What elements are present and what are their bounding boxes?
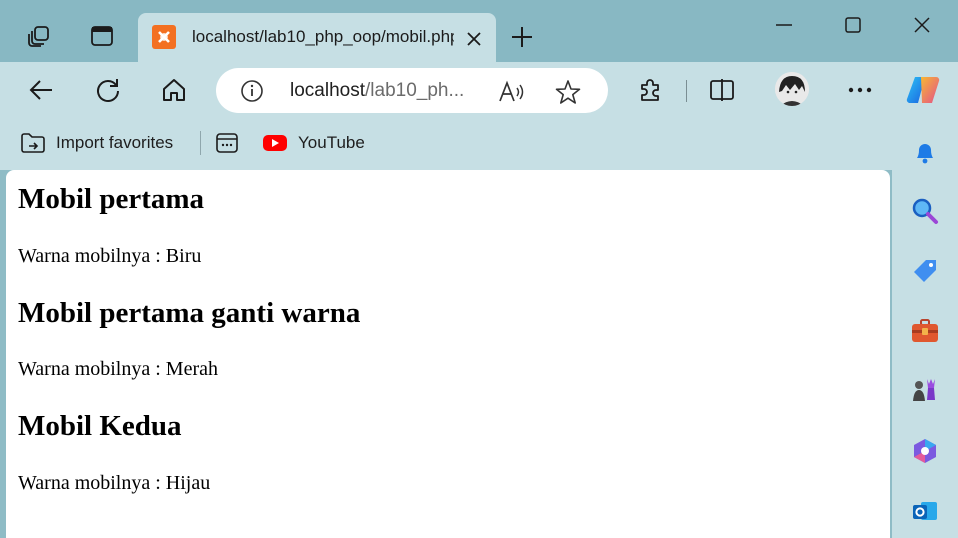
edge-sidebar <box>892 116 958 538</box>
shopping-tag-icon[interactable] <box>908 254 942 288</box>
copilot-button[interactable] <box>906 73 940 107</box>
more-dots-icon <box>848 87 872 93</box>
bookmark-apps[interactable] <box>214 130 250 156</box>
text-warna-mobil-pertama: Warna mobilnya : Biru <box>18 245 202 267</box>
home-button[interactable] <box>157 73 191 107</box>
favorite-star-icon[interactable] <box>554 78 582 106</box>
bookmark-youtube[interactable]: YouTube <box>262 130 365 156</box>
tools-briefcase-icon[interactable] <box>908 314 942 348</box>
puzzle-extensions-icon <box>641 79 659 101</box>
avatar-image-icon <box>775 72 809 106</box>
outlook-icon[interactable] <box>908 494 942 528</box>
settings-more-button[interactable] <box>843 73 877 107</box>
site-info-icon[interactable] <box>240 79 264 103</box>
navigation-toolbar: localhost/lab10_ph... <box>0 62 958 116</box>
plus-icon <box>512 27 532 47</box>
youtube-icon <box>262 130 288 156</box>
games-chess-icon[interactable] <box>908 373 942 407</box>
new-tab-button[interactable] <box>507 22 537 52</box>
toolbar-divider <box>686 80 687 102</box>
close-icon <box>914 17 930 33</box>
refresh-button[interactable] <box>91 73 125 107</box>
maximize-icon <box>845 17 861 33</box>
copilot-icon <box>906 76 940 104</box>
home-icon <box>163 79 185 101</box>
url-path: /lab10_ph... <box>365 80 465 101</box>
split-screen-icon <box>710 79 734 101</box>
tab-active[interactable]: localhost/lab10_php_oop/mobil.php <box>138 13 496 62</box>
split-screen-button[interactable] <box>705 73 739 107</box>
heading-mobil-pertama: Mobil pertama <box>18 183 205 215</box>
back-arrow-icon <box>29 80 52 100</box>
notifications-bell-icon[interactable] <box>908 135 942 169</box>
bookmark-label: YouTube <box>298 133 365 152</box>
extensions-button[interactable] <box>633 73 667 107</box>
page-viewport: Mobil pertama Warna mobilnya : Biru Mobi… <box>6 170 890 538</box>
xampp-favicon-icon <box>152 25 176 49</box>
url-host: localhost <box>290 80 365 101</box>
maximize-button[interactable] <box>833 8 873 42</box>
close-window-button[interactable] <box>902 8 942 42</box>
microsoft-365-icon[interactable] <box>908 434 942 468</box>
back-button[interactable] <box>24 73 58 107</box>
read-aloud-icon[interactable] <box>498 79 526 105</box>
heading-mobil-kedua: Mobil Kedua <box>18 410 182 442</box>
tab-actions-icon <box>91 26 113 46</box>
import-favorites-icon <box>20 130 46 156</box>
refresh-icon <box>97 79 119 102</box>
favorites-bar: Import favorites YouTube <box>0 116 958 170</box>
minimize-icon <box>776 24 792 26</box>
bookmark-label: Import favorites <box>56 133 174 152</box>
tab-title: localhost/lab10_php_oop/mobil.php <box>192 27 454 46</box>
bookmark-import-favorites[interactable]: Import favorites <box>20 130 173 156</box>
workspaces-button[interactable] <box>23 20 55 52</box>
app-launcher-icon <box>214 130 240 156</box>
address-bar[interactable]: localhost/lab10_ph... <box>216 68 608 113</box>
text-warna-mobil-ganti: Warna mobilnya : Merah <box>18 358 218 380</box>
minimize-button[interactable] <box>764 8 804 42</box>
favorites-divider <box>200 131 201 155</box>
tab-close-icon[interactable] <box>462 27 486 51</box>
text-warna-mobil-kedua: Warna mobilnya : Hijau <box>18 472 211 494</box>
workspaces-icon <box>28 26 49 47</box>
heading-mobil-pertama-ganti-warna: Mobil pertama ganti warna <box>18 297 361 329</box>
profile-avatar[interactable] <box>775 72 809 106</box>
vertical-tabs-button[interactable] <box>86 20 118 52</box>
tab-strip: localhost/lab10_php_oop/mobil.php <box>0 0 958 62</box>
search-icon[interactable] <box>908 194 942 228</box>
url-text[interactable]: localhost/lab10_ph... <box>290 80 490 102</box>
